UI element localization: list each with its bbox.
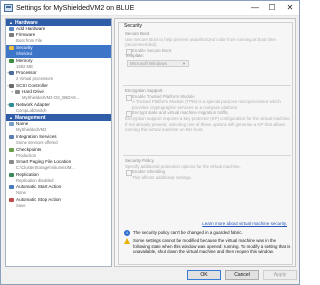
info-message: The security policy can't be changed in … xyxy=(133,230,243,235)
tree-item-label: Automatic Stop Action xyxy=(16,196,61,202)
expand-icon[interactable]: + xyxy=(11,89,13,95)
tree-item-checkpoints[interactable]: Checkpoints Production xyxy=(6,147,111,160)
tree-item-label: Memory xyxy=(16,57,33,63)
automatic-start-icon xyxy=(9,185,14,190)
security-group-title: Security xyxy=(122,23,145,30)
tree-item-label: Network Adapter xyxy=(16,101,50,107)
close-button[interactable]: ✕ xyxy=(282,1,298,15)
tree-item-label: Integration Services xyxy=(16,133,57,139)
tree-item-sub: Save xyxy=(16,202,26,208)
tree-item-firmware[interactable]: Firmware Boot from File xyxy=(6,32,111,45)
hyper-v-app-icon xyxy=(4,4,13,12)
tree-item-integration-services[interactable]: Integration Services Some services offer… xyxy=(6,134,111,147)
tree-item-sub: None xyxy=(16,190,27,196)
tree-item-label: Security xyxy=(16,44,33,50)
tree-item-label: Add Hardware xyxy=(16,26,46,31)
warning-icon xyxy=(124,238,130,244)
hardware-section-header[interactable]: ▲ Hardware xyxy=(6,19,111,26)
encryption-section: Encryption Support Enable Trusted Platfo… xyxy=(125,88,291,133)
ok-button[interactable]: OK xyxy=(187,270,221,280)
window-title: Settings for MyShieldedVM2 on BLUE xyxy=(16,5,135,12)
cancel-button[interactable]: Cancel xyxy=(225,270,259,280)
tree-item-label: Smart Paging File Location xyxy=(16,159,72,165)
template-label: Template: xyxy=(125,53,145,59)
replication-icon xyxy=(9,172,14,177)
tree-item-label: Checkpoints xyxy=(16,146,42,152)
integration-services-icon xyxy=(9,134,14,139)
tree-item-sub: Shielded xyxy=(16,50,33,56)
secure-boot-section: Secure Boot Use Secure Boot to help prev… xyxy=(125,31,291,68)
tree-item-label: Name xyxy=(16,121,29,127)
tree-item-sub: MyShieldedVM2-OS_B5DA9... xyxy=(22,95,80,101)
memory-icon xyxy=(9,58,14,63)
automatic-stop-icon xyxy=(9,197,14,202)
enable-shielding-checkbox[interactable]: Enable Shielding xyxy=(125,169,291,176)
shielding-description: This affects additional settings. xyxy=(132,174,192,180)
tree-item-sub: Boot from File xyxy=(16,38,43,44)
tree-item-sub: MyShieldedVM2 xyxy=(16,127,47,133)
smart-paging-icon xyxy=(9,160,14,165)
processor-icon xyxy=(9,71,14,76)
chevron-down-icon: ▼ xyxy=(182,60,186,66)
network-adapter-icon xyxy=(9,102,14,107)
apply-button[interactable]: Apply xyxy=(263,270,297,280)
tree-item-automatic-stop[interactable]: Automatic Stop Action Save xyxy=(6,197,111,210)
settings-tree: ▲ Hardware Add Hardware Firmware Boot fro… xyxy=(5,18,112,267)
tree-item-memory[interactable]: Memory 1592 MB xyxy=(6,58,111,71)
settings-detail-pane: Security Secure Boot Use Secure Boot to … xyxy=(114,18,296,267)
tree-item-label: SCSI Controller xyxy=(16,82,48,88)
management-section-header[interactable]: ▲ Management xyxy=(6,114,111,122)
tree-item-sub: CompLabSwitch xyxy=(16,107,47,113)
warning-message: Some settings cannot be modified because… xyxy=(133,238,291,255)
hard-drive-icon xyxy=(15,90,20,95)
tree-item-label: Processor xyxy=(16,70,37,76)
tree-item-automatic-start[interactable]: Automatic Start Action None xyxy=(6,184,111,197)
encryption-description: Encryption support requires a key protec… xyxy=(125,115,291,133)
tree-item-network-adapter[interactable]: + Network Adapter CompLabSwitch xyxy=(6,102,111,115)
tree-item-sub: C:\ClusterStorage\Volume1\M... xyxy=(16,165,75,171)
tree-item-hard-drive[interactable]: + Hard Drive MyShieldedVM2-OS_B5DA9... xyxy=(6,89,111,102)
guarded-fabric-info: i The security policy can't be changed i… xyxy=(124,230,292,236)
tree-item-label: Automatic Start Action xyxy=(16,184,62,190)
encrypt-state-checkbox[interactable]: Encrypt state and virtual machine migrat… xyxy=(125,110,291,117)
minimize-button[interactable]: — xyxy=(247,1,263,15)
shield-icon xyxy=(9,45,14,50)
name-icon xyxy=(9,122,14,127)
enable-tpm-checkbox[interactable]: Enable Trusted Platform Module xyxy=(125,94,291,101)
tree-item-label: Hard Drive xyxy=(22,89,44,95)
tree-item-replication[interactable]: Replication Replication disabled xyxy=(6,172,111,185)
checkpoints-icon xyxy=(9,147,14,152)
scsi-controller-icon xyxy=(9,83,14,88)
template-selected-value: Microsoft Windows xyxy=(130,60,167,66)
tree-item-name[interactable]: Name MyShieldedVM2 xyxy=(6,121,111,134)
add-hardware-icon xyxy=(9,27,14,31)
tree-item-smart-paging[interactable]: Smart Paging File Location C:\ClusterSto… xyxy=(6,159,111,172)
tree-item-sub: Production xyxy=(16,152,37,158)
maximize-button[interactable]: ☐ xyxy=(264,1,280,15)
enable-secure-boot-checkbox[interactable]: Enable Secure Boot xyxy=(125,48,291,55)
firmware-icon xyxy=(9,33,14,38)
secure-boot-description: Use Secure Boot to help prevent unauthor… xyxy=(125,36,276,48)
title-bar: Settings for MyShieldedVM2 on BLUE — ☐ ✕ xyxy=(1,1,299,16)
running-state-warning: Some settings cannot be modified because… xyxy=(124,238,292,255)
tree-item-processor[interactable]: + Processor 2 Virtual processors xyxy=(6,70,111,83)
tree-item-sub: Replication disabled xyxy=(16,177,54,183)
tree-item-label: Firmware xyxy=(16,32,36,38)
settings-window: Settings for MyShieldedVM2 on BLUE — ☐ ✕… xyxy=(0,0,300,285)
tpm-description: A Trusted Platform Module (TPM) is a spe… xyxy=(132,99,281,110)
security-policy-section: Security Policy Specify additional prote… xyxy=(125,158,291,180)
tree-item-label: Replication xyxy=(16,171,39,177)
info-icon: i xyxy=(124,230,130,236)
tree-item-sub: 2 Virtual processors xyxy=(16,76,53,82)
tree-item-sub: 1592 MB xyxy=(16,63,33,69)
security-group: Security Secure Boot Use Secure Boot to … xyxy=(118,22,293,265)
learn-more-link[interactable]: Learn more about virtual machine securit… xyxy=(202,221,287,226)
template-dropdown[interactable]: Microsoft Windows ▼ xyxy=(127,59,189,67)
divider xyxy=(123,155,291,156)
divider xyxy=(123,85,291,86)
tree-item-sub: Some services offered xyxy=(16,139,58,145)
tree-item-security[interactable]: Security Shielded xyxy=(6,44,111,58)
